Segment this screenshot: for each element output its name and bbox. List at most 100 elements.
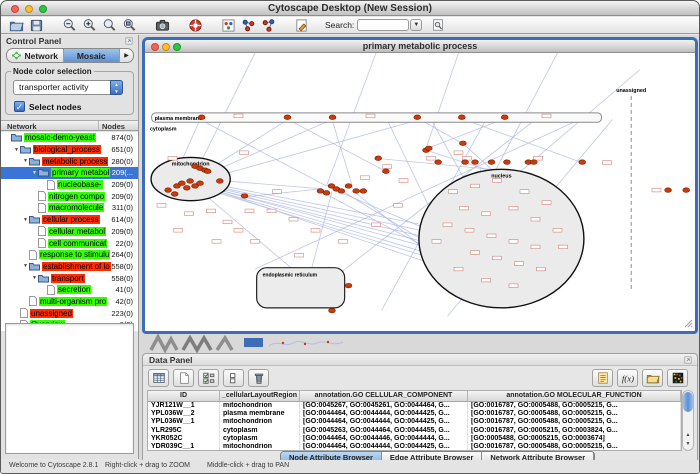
unselect-attributes-icon[interactable]	[223, 369, 244, 387]
tree-item-primary-metabol[interactable]: ▼primary metabol209(...	[1, 167, 138, 179]
network-node[interactable]	[665, 188, 672, 193]
table-row[interactable]: YJR121W__1mitochondrion[GO:0045267, GO:0…	[148, 402, 681, 410]
network-node[interactable]	[329, 115, 336, 120]
tree-item-metabolic-process[interactable]: ▼metabolic process280(0)	[1, 155, 138, 167]
network-canvas[interactable]: plasma membranemitochondrionnucleusendop…	[145, 53, 695, 330]
network-node[interactable]	[187, 179, 194, 184]
dropdown-stepper-icon[interactable]: ▲▼	[110, 80, 123, 95]
column-header[interactable]: annotation.GO CELLULAR_COMPONENT	[300, 391, 468, 401]
new-attribute-icon[interactable]	[173, 369, 194, 387]
table-row[interactable]: YPL036W__1mitochondrion[GO:0044464, GO:0…	[148, 418, 681, 426]
network-node[interactable]	[460, 141, 467, 146]
network-node[interactable]	[345, 283, 352, 288]
expander-icon[interactable]: ▼	[31, 170, 38, 176]
attribute-list-icon[interactable]	[592, 369, 613, 387]
layout-network-a-icon[interactable]	[238, 17, 258, 33]
tree-header[interactable]: Network Nodes	[1, 120, 138, 131]
zoom-in-icon[interactable]	[79, 17, 99, 33]
tree-item-cellular-metabol[interactable]: cellular metabol209(0)	[1, 226, 138, 238]
network-node[interactable]	[198, 115, 205, 120]
tree-item-cell-communicat[interactable]: cell communicat22(0)	[1, 237, 138, 249]
table-scrollbar[interactable]: ▲ ▼	[682, 390, 694, 451]
tree-item-unassigned[interactable]: unassigned223(0)	[1, 307, 138, 319]
save-session-icon[interactable]	[26, 17, 46, 33]
tree-item-response-to-stimulu[interactable]: response to stimulu264(0)	[1, 249, 138, 261]
zoom-selected-icon[interactable]	[119, 17, 139, 33]
network-window-titlebar[interactable]: primary metabolic process	[145, 40, 695, 53]
column-header[interactable]: _cellularLayoutRegion	[220, 391, 300, 401]
network-node[interactable]	[501, 115, 508, 120]
scroll-down-icon[interactable]: ▼	[683, 440, 693, 449]
tab-mosaic[interactable]: Mosaic	[64, 49, 121, 62]
tree-item-biological-process[interactable]: ▼biological_process651(0)	[1, 144, 138, 156]
select-attributes-icon[interactable]	[198, 369, 219, 387]
delete-attribute-icon[interactable]	[248, 369, 269, 387]
network-node[interactable]	[458, 115, 465, 120]
compartment-nucleus[interactable]	[419, 169, 584, 308]
vizmapper-icon[interactable]	[218, 17, 238, 33]
layout-network-b-icon[interactable]	[258, 17, 278, 33]
network-node[interactable]	[284, 115, 291, 120]
network-node[interactable]	[472, 160, 479, 165]
tree-item-nitrogen-compo[interactable]: nitrogen compo209(0)	[1, 190, 138, 202]
tab-network[interactable]: Network	[7, 49, 64, 62]
birds-eye-view[interactable]	[5, 323, 134, 454]
tree-item-multi-organism-pro[interactable]: multi-organism pro42(0)	[1, 296, 138, 308]
table-row[interactable]: YPL036W__2plasma membrane[GO:0044464, GO…	[148, 410, 681, 418]
table-row[interactable]: YLR295Ccytoplasm[GO:0045263, GO:0044464,…	[148, 427, 681, 435]
tree-item-transport[interactable]: ▼transport558(0)	[1, 272, 138, 284]
network-node[interactable]	[383, 169, 390, 174]
network-node[interactable]	[241, 194, 248, 199]
network-node[interactable]	[204, 169, 211, 174]
search-input[interactable]	[357, 19, 409, 31]
network-node[interactable]	[197, 181, 204, 186]
zoom-fit-icon[interactable]	[99, 17, 119, 33]
network-node[interactable]	[329, 308, 336, 313]
table-row[interactable]: YKR052Ccytoplasm[GO:0044464, GO:0044446,…	[148, 435, 681, 443]
network-node[interactable]	[488, 160, 495, 165]
tab-overflow-arrow[interactable]: ▶	[120, 49, 133, 62]
attribute-table-icon[interactable]	[148, 369, 169, 387]
expander-icon[interactable]: ▼	[22, 158, 29, 164]
network-node[interactable]	[462, 160, 469, 165]
help-lifesaver-icon[interactable]	[185, 17, 205, 33]
attribute-table[interactable]: ID_cellularLayoutRegionannotation.GO CEL…	[147, 390, 682, 451]
node-color-dropdown[interactable]: transporter activity ▲▼	[13, 80, 123, 95]
network-node[interactable]	[504, 160, 511, 165]
resize-grip-icon[interactable]	[685, 320, 692, 327]
network-node[interactable]	[425, 146, 432, 151]
annotation-icon[interactable]	[291, 17, 311, 33]
search-dropdown-icon[interactable]: ▼	[410, 19, 422, 31]
network-node[interactable]	[345, 184, 352, 189]
network-node[interactable]	[360, 189, 367, 194]
search-options-icon[interactable]	[428, 17, 448, 33]
expander-icon[interactable]: ▼	[13, 147, 20, 153]
scroll-up-icon[interactable]: ▲	[683, 431, 693, 440]
network-node[interactable]	[375, 156, 382, 161]
tree-item-secretion[interactable]: secretion41(0)	[1, 284, 138, 296]
expander-icon[interactable]: ▼	[31, 275, 38, 281]
tree-item-establishment-of-lo[interactable]: ▼establishment of lo558(0)	[1, 261, 138, 273]
scrollbar-thumb[interactable]	[683, 392, 693, 412]
tree-item-mosaic-demo-yeast[interactable]: mosaic-demo-yeast874(0)	[1, 132, 138, 144]
network-node[interactable]	[323, 191, 330, 196]
matrix-icon[interactable]	[667, 369, 688, 387]
import-attributes-icon[interactable]	[642, 369, 663, 387]
network-node[interactable]	[414, 115, 421, 120]
window-titlebar[interactable]: Cytoscape Desktop (New Session)	[1, 1, 699, 16]
network-node[interactable]	[174, 184, 181, 189]
float-panel-icon[interactable]	[124, 36, 134, 46]
network-node[interactable]	[183, 186, 190, 191]
network-node[interactable]	[216, 179, 223, 184]
network-node[interactable]	[171, 192, 178, 197]
network-node[interactable]	[165, 188, 172, 193]
network-node[interactable]	[530, 160, 537, 165]
formula-builder-icon[interactable]: f(x)	[617, 369, 638, 387]
tree-item-nucleobase-[interactable]: nucleobase-209(0)	[1, 179, 138, 191]
table-row[interactable]: YDR039C__1mitochondrion[GO:0044464, GO:0…	[148, 443, 681, 451]
select-nodes-checkbox[interactable]: ✓	[14, 101, 25, 112]
snapshot-camera-icon[interactable]	[152, 17, 172, 33]
network-node[interactable]	[338, 189, 345, 194]
open-file-icon[interactable]	[6, 17, 26, 33]
network-node[interactable]	[353, 189, 360, 194]
